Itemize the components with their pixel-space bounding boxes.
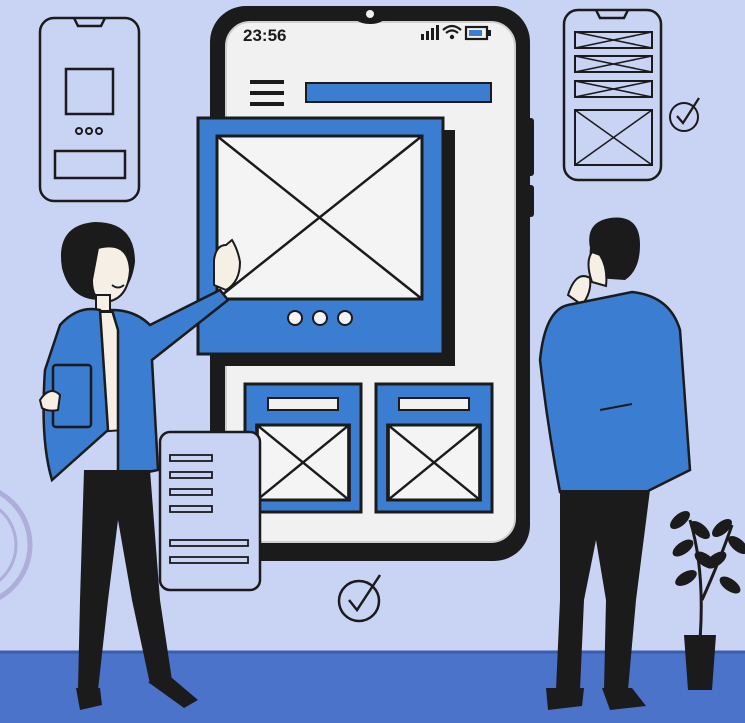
app-design-illustration: 23:56 [0,0,745,723]
popout-image-card [196,116,455,366]
carousel-dots [287,310,353,326]
status-time: 23:56 [243,26,286,45]
header-title-bar [305,82,492,103]
floor [0,652,745,723]
document-card [158,430,262,592]
hamburger-menu-icon [250,80,284,106]
image-placeholder-icon [215,134,424,301]
thumbnail-card-left [243,382,363,514]
thumbnail-card-right [374,382,494,514]
